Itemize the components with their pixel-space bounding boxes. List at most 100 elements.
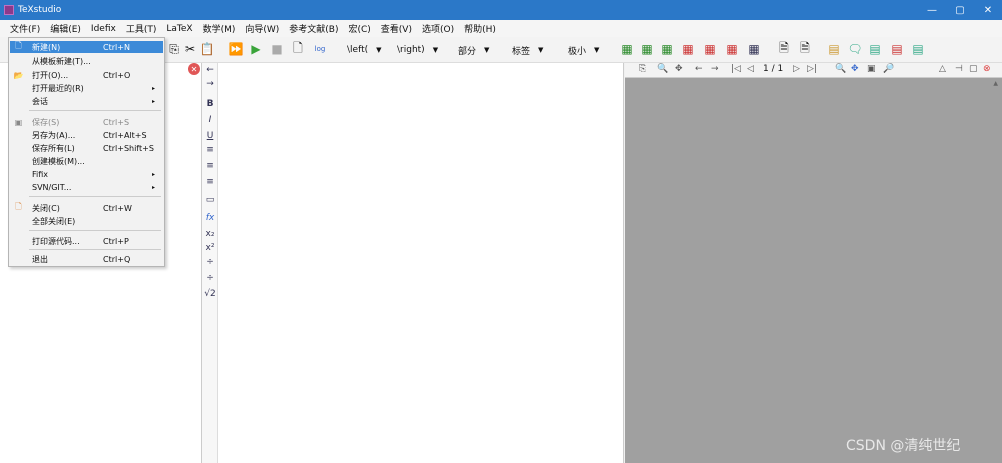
fraction-icon[interactable]: ÷ xyxy=(202,257,218,267)
back-icon[interactable]: ← xyxy=(695,64,703,74)
collapse-icon[interactable]: △ xyxy=(939,64,946,74)
close-icon[interactable]: ✕ xyxy=(188,63,200,75)
menu-item-shortcut: Ctrl+N xyxy=(103,42,130,52)
subscript-icon[interactable]: x₂ xyxy=(202,229,218,239)
pdf-viewer[interactable] xyxy=(625,78,1002,463)
view-icon[interactable]: 🗋 xyxy=(290,41,306,57)
box-icon[interactable]: ▭ xyxy=(202,195,218,205)
pin-icon[interactable]: ⊣ xyxy=(955,64,963,74)
menu-help[interactable]: 帮助(H) xyxy=(464,22,496,35)
menu-item-save-all[interactable]: 保存所有(L) Ctrl+Shift+S xyxy=(10,142,163,154)
menu-latex[interactable]: LaTeX xyxy=(166,24,192,34)
menu-item-svn-git[interactable]: SVN/GIT... ▸ xyxy=(10,181,163,193)
menu-item-close[interactable]: 🗋 关闭(C) Ctrl+W xyxy=(10,202,163,214)
log-icon[interactable]: log xyxy=(312,41,328,57)
table-cut-icon[interactable]: ▦ xyxy=(724,41,740,57)
editor-area[interactable] xyxy=(218,63,624,463)
close-doc-icon: 🗋 xyxy=(15,202,22,211)
paste-icon[interactable]: 📋 xyxy=(199,41,215,57)
menu-item-print-source[interactable]: 打印源代码... Ctrl+P xyxy=(10,235,163,247)
forward-icon[interactable]: → xyxy=(711,64,719,74)
comment-b-icon[interactable]: 🗨 xyxy=(847,41,863,57)
table-remove-row-icon[interactable]: ▦ xyxy=(680,41,696,57)
prev-page-icon[interactable]: ◁ xyxy=(747,64,754,74)
table-align-icon[interactable]: ▦ xyxy=(746,41,762,57)
comment-a-icon[interactable]: ▤ xyxy=(826,41,842,57)
right-delimiter-combo[interactable]: \right) ▼ xyxy=(397,43,438,57)
menu-item-save[interactable]: ▣ 保存(S) Ctrl+S xyxy=(10,116,163,128)
move-icon[interactable]: ✥ xyxy=(851,64,859,74)
bold-icon[interactable]: B xyxy=(202,99,218,109)
label-combo[interactable]: 标签 ▼ xyxy=(512,43,543,57)
menu-item-create-template[interactable]: 创建模板(M)... xyxy=(10,155,163,167)
pdf-sync-icon[interactable]: ⎘ xyxy=(639,64,646,74)
menu-idefix[interactable]: Idefix xyxy=(91,24,116,34)
left-delimiter-combo[interactable]: \left(▼ xyxy=(347,43,382,57)
fit-icon[interactable]: ✥ xyxy=(675,64,683,74)
window-icon[interactable]: ▢ xyxy=(969,64,978,74)
menu-item-save-as[interactable]: 另存为(A)... Ctrl+Alt+S xyxy=(10,129,163,141)
fit-page-icon[interactable]: ▣ xyxy=(867,64,876,74)
close-pdf-icon[interactable]: ⊗ xyxy=(983,64,991,74)
table-remove-column-icon[interactable]: ▦ xyxy=(702,41,718,57)
forward-arrow-icon[interactable]: → xyxy=(202,79,218,89)
menu-wizards[interactable]: 向导(W) xyxy=(245,22,279,35)
menu-file[interactable]: 文件(F) xyxy=(10,22,40,35)
stop-icon[interactable]: ■ xyxy=(269,41,285,57)
menu-math[interactable]: 数学(M) xyxy=(203,22,236,35)
sqrt-icon[interactable]: √2 xyxy=(202,289,218,299)
menu-macros[interactable]: 宏(C) xyxy=(348,22,370,35)
chevron-down-icon: ▼ xyxy=(538,46,544,54)
menu-item-close-all[interactable]: 全部关闭(E) xyxy=(10,215,163,227)
dfrac-icon[interactable]: ÷ xyxy=(202,273,218,283)
align-right-icon[interactable]: ≡ xyxy=(202,177,218,187)
comment-e-icon[interactable]: ▤ xyxy=(910,41,926,57)
comment-d-icon[interactable]: ▤ xyxy=(889,41,905,57)
first-page-icon[interactable]: |◁ xyxy=(731,64,741,74)
chevron-down-icon: ▼ xyxy=(432,46,439,54)
menu-tools[interactable]: 工具(T) xyxy=(126,22,157,35)
menu-item-open[interactable]: 📂 打开(O)... Ctrl+O xyxy=(10,69,163,81)
copy-icon[interactable]: ⎘ xyxy=(166,41,182,57)
scroll-up-icon[interactable]: ▲ xyxy=(993,80,998,87)
magnifier-icon[interactable]: 🔎 xyxy=(883,64,894,74)
function-icon[interactable]: fx xyxy=(202,213,218,223)
document-a-icon[interactable]: 🗎 xyxy=(776,41,792,57)
comment-c-icon[interactable]: ▤ xyxy=(867,41,883,57)
table-add-row-icon[interactable]: ▦ xyxy=(639,41,655,57)
page-indicator[interactable]: 1 / 1 xyxy=(763,64,783,74)
last-page-icon[interactable]: ▷| xyxy=(807,64,817,74)
menu-bibliography[interactable]: 参考文献(B) xyxy=(289,22,338,35)
minimize-button[interactable]: — xyxy=(918,0,946,20)
menu-item-open-recent[interactable]: 打开最近的(R) ▸ xyxy=(10,82,163,94)
maximize-button[interactable]: ▢ xyxy=(946,0,974,20)
menu-item-exit[interactable]: 退出 Ctrl+Q xyxy=(10,253,163,265)
back-arrow-icon[interactable]: ← xyxy=(202,65,218,75)
cut-icon[interactable]: ✂ xyxy=(182,41,198,57)
build-run-icon[interactable]: ⏩ xyxy=(228,41,244,57)
document-b-icon[interactable]: 🗎 xyxy=(797,41,813,57)
underline-icon[interactable]: U xyxy=(202,131,218,141)
section-combo[interactable]: 部分 ▼ xyxy=(458,43,489,57)
watermark: CSDN @清纯世纪 xyxy=(846,438,961,454)
menu-options[interactable]: 选项(O) xyxy=(422,22,454,35)
table-add-column-icon[interactable]: ▦ xyxy=(659,41,675,57)
compile-icon[interactable]: ▶ xyxy=(248,41,264,57)
menu-item-fifix[interactable]: Fifix ▸ xyxy=(10,168,163,180)
menu-edit[interactable]: 编辑(E) xyxy=(50,22,81,35)
zoom-icon[interactable]: 🔍 xyxy=(835,64,846,74)
menu-view[interactable]: 查看(V) xyxy=(381,22,412,35)
align-left-icon[interactable]: ≡ xyxy=(202,145,218,155)
menu-item-session[interactable]: 会话 ▸ xyxy=(10,95,163,107)
close-window-button[interactable]: ✕ xyxy=(974,0,1002,20)
menu-item-new[interactable]: 🗋 新建(N) Ctrl+N xyxy=(10,41,163,53)
italic-icon[interactable]: I xyxy=(202,115,218,125)
next-page-icon[interactable]: ▷ xyxy=(793,64,800,74)
chevron-down-icon: ▼ xyxy=(376,46,382,54)
table-icon[interactable]: ▦ xyxy=(619,41,635,57)
size-combo[interactable]: 极小 ▼ xyxy=(568,43,599,57)
align-center-icon[interactable]: ≡ xyxy=(202,161,218,171)
menu-item-new-from-template[interactable]: 从模板新建(T)... xyxy=(10,55,163,67)
search-icon[interactable]: 🔍 xyxy=(657,64,668,74)
superscript-icon[interactable]: x² xyxy=(202,243,218,253)
